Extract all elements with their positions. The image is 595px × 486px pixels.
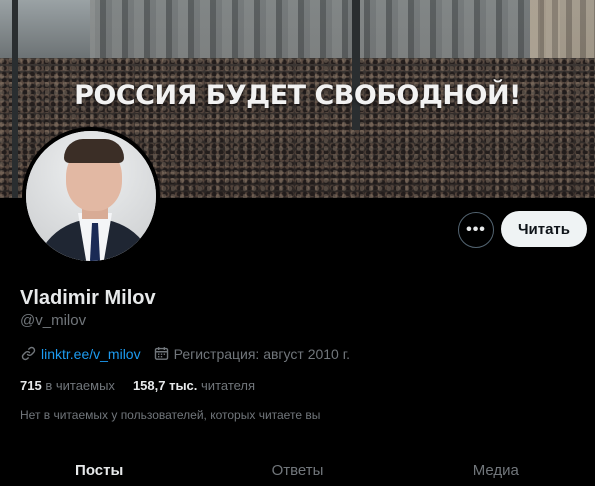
profile-stats: 715 в читаемых 158,7 тыс. читателя (20, 378, 273, 393)
more-icon: ••• (466, 221, 486, 238)
mutual-followers-text: Нет в читаемых у пользователей, которых … (20, 408, 321, 422)
banner-slogan: РОССИЯ БУДЕТ СВОБОДНОЙ! (74, 80, 521, 111)
profile-handle: @v_milov (20, 312, 87, 329)
joined-date: Регистрация: август 2010 г. (173, 345, 351, 362)
following-count: 715 (20, 378, 42, 393)
follow-button[interactable]: Читать (501, 211, 587, 247)
tab-media[interactable]: Медиа (397, 454, 595, 486)
profile-tabs: Посты Ответы Медиа (0, 454, 595, 486)
following-link[interactable]: 715 в читаемых (20, 378, 115, 393)
calendar-icon (154, 347, 168, 360)
avatar[interactable] (22, 127, 160, 265)
following-label: в читаемых (45, 378, 115, 393)
profile-link-item: linktr.ee/v_milov (20, 345, 141, 362)
joined-item: Регистрация: август 2010 г. (153, 345, 350, 362)
banner-building-right (530, 0, 595, 60)
banner-building-colonnade (90, 0, 560, 62)
link-icon (21, 346, 36, 361)
profile-meta: linktr.ee/v_milov Регистрация: август 20… (20, 345, 362, 362)
followers-count: 158,7 тыс. (132, 378, 198, 393)
profile-link[interactable]: linktr.ee/v_milov (41, 346, 141, 362)
tab-posts[interactable]: Посты (0, 454, 198, 486)
profile-name: Vladimir Milov (20, 287, 156, 309)
more-button[interactable]: ••• (458, 212, 494, 248)
followers-link[interactable]: 158,7 тыс. читателя (133, 378, 255, 393)
tab-replies[interactable]: Ответы (198, 454, 396, 486)
followers-label: читателя (201, 378, 256, 393)
